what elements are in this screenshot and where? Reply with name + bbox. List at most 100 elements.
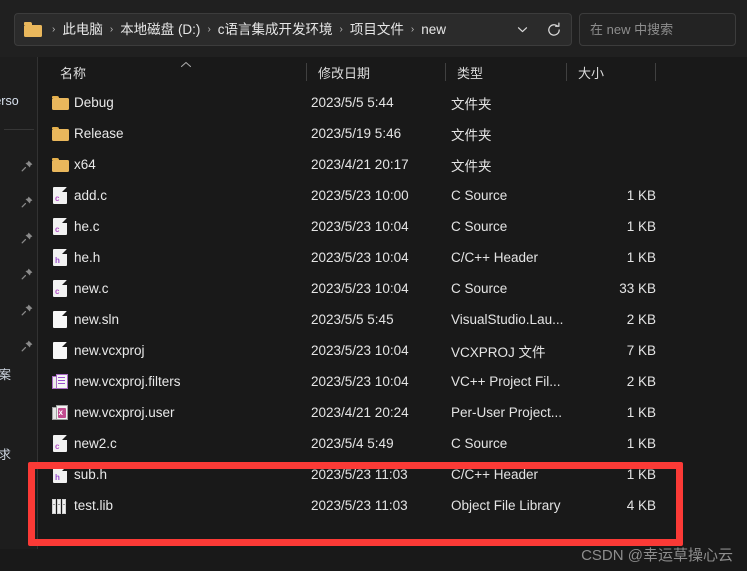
table-row[interactable]: h sub.h 2023/5/23 11:03 C/C++ Header 1 K…: [38, 459, 747, 490]
file-date: 2023/5/23 10:00: [311, 188, 409, 203]
breadcrumb-item-3[interactable]: 项目文件: [347, 21, 407, 39]
column-divider[interactable]: [306, 63, 307, 81]
toolbar: › 此电脑 › 本地磁盘 (D:) › c语言集成开发环境 › 项目文件 › n…: [0, 0, 747, 57]
file-date: 2023/5/23 10:04: [311, 374, 409, 389]
nav-item-pinned-4[interactable]: [0, 261, 38, 287]
table-row[interactable]: c he.c 2023/5/23 10:04 C Source 1 KB: [38, 211, 747, 242]
watermark-text: CSDN @幸运草操心云: [581, 547, 733, 564]
table-row[interactable]: new.vcxproj.filters 2023/5/23 10:04 VC++…: [38, 366, 747, 397]
pin-icon: [20, 195, 34, 209]
plain-document-icon: [51, 342, 69, 360]
table-row[interactable]: c add.c 2023/5/23 10:00 C Source 1 KB: [38, 180, 747, 211]
nav-item-personal[interactable]: Perso: [0, 88, 38, 114]
file-name: new2.c: [74, 436, 117, 451]
nav-item-pinned-2[interactable]: [0, 189, 38, 215]
c-source-icon: c: [51, 435, 69, 453]
file-type: 文件夹: [451, 127, 492, 143]
nav-item-pinned-3[interactable]: [0, 225, 38, 251]
file-size: 4 KB: [626, 498, 656, 513]
table-row[interactable]: x64 2023/4/21 20:17 文件夹: [38, 149, 747, 180]
file-type: Object File Library: [451, 498, 561, 513]
file-size: 7 KB: [626, 343, 656, 358]
nav-item-pinned-1[interactable]: [0, 153, 38, 179]
file-date: 2023/5/5 5:45: [311, 312, 394, 327]
breadcrumb-separator: ›: [207, 23, 211, 35]
nav-item-label: Perso: [0, 94, 19, 108]
folder-icon: [51, 156, 69, 174]
column-divider[interactable]: [445, 63, 446, 81]
file-date: 2023/5/23 10:04: [311, 343, 409, 358]
column-header-date[interactable]: 修改日期: [318, 57, 370, 87]
file-date: 2023/5/23 10:04: [311, 219, 409, 234]
breadcrumb-separator: ›: [109, 23, 114, 35]
file-size: 1 KB: [626, 436, 656, 451]
per-user-project-icon: [51, 404, 69, 422]
sort-ascending-icon: [180, 61, 192, 70]
project-filters-icon: [51, 373, 69, 391]
file-size: 1 KB: [626, 188, 656, 203]
column-header-name[interactable]: 名称: [60, 57, 86, 87]
file-date: 2023/5/23 10:04: [311, 250, 409, 265]
nav-item-solution[interactable]: 方案: [0, 360, 38, 386]
table-row[interactable]: Debug 2023/5/5 5:44 文件夹: [38, 87, 747, 118]
file-date: 2023/5/23 10:04: [311, 281, 409, 296]
c-source-icon: c: [51, 218, 69, 236]
file-size: 33 KB: [619, 281, 656, 296]
file-name: x64: [74, 157, 96, 172]
file-list-pane: 名称 修改日期 类型 大小 Debug 2023/5/5 5:44 文件夹 Re…: [38, 57, 747, 571]
nav-item-requirements[interactable]: 要求: [0, 440, 38, 466]
pin-icon: [20, 231, 34, 245]
table-row[interactable]: new.sln 2023/5/5 5:45 VisualStudio.Lau..…: [38, 304, 747, 335]
file-name: test.lib: [74, 498, 114, 513]
breadcrumb: › 此电脑 › 本地磁盘 (D:) › c语言集成开发环境 › 项目文件 › n…: [48, 21, 507, 39]
table-row[interactable]: test.lib 2023/5/23 11:03 Object File Lib…: [38, 490, 747, 521]
folder-icon: [51, 94, 69, 112]
nav-item-pinned-5[interactable]: [0, 297, 38, 323]
table-row[interactable]: Release 2023/5/19 5:46 文件夹: [38, 118, 747, 149]
file-name: new.c: [74, 281, 109, 296]
breadcrumb-item-2[interactable]: c语言集成开发环境: [215, 21, 336, 39]
table-row[interactable]: new.vcxproj 2023/5/23 10:04 VCXPROJ 文件 7…: [38, 335, 747, 366]
search-box[interactable]: [579, 13, 747, 46]
breadcrumb-item-0[interactable]: 此电脑: [59, 21, 106, 39]
search-input[interactable]: [580, 21, 747, 38]
plain-document-icon: [51, 311, 69, 329]
file-size: 1 KB: [626, 467, 656, 482]
file-type: C/C++ Header: [451, 250, 539, 265]
chevron-down-icon[interactable]: [507, 14, 537, 45]
pin-icon: [20, 303, 34, 317]
address-bar[interactable]: › 此电脑 › 本地磁盘 (D:) › c语言集成开发环境 › 项目文件 › n…: [14, 13, 572, 46]
file-type: C/C++ Header: [451, 467, 539, 482]
breadcrumb-item-1[interactable]: 本地磁盘 (D:): [117, 21, 203, 39]
breadcrumb-separator: ›: [339, 23, 343, 35]
column-header-size[interactable]: 大小: [578, 57, 604, 87]
file-type: C Source: [451, 219, 508, 234]
file-name: he.c: [74, 219, 100, 234]
file-type: C Source: [451, 281, 508, 296]
column-divider[interactable]: [655, 63, 656, 81]
breadcrumb-item-4[interactable]: new: [418, 21, 449, 39]
file-size: 2 KB: [626, 312, 656, 327]
nav-item-pinned-6[interactable]: [0, 333, 38, 359]
file-type: 文件夹: [451, 158, 492, 174]
breadcrumb-separator: ›: [410, 23, 415, 35]
file-size: 1 KB: [626, 250, 656, 265]
file-size: 1 KB: [626, 219, 656, 234]
file-list: Debug 2023/5/5 5:44 文件夹 Release 2023/5/1…: [38, 87, 747, 521]
table-row[interactable]: c new2.c 2023/5/4 5:49 C Source 1 KB: [38, 428, 747, 459]
file-type: Per-User Project...: [451, 405, 563, 420]
column-divider[interactable]: [566, 63, 567, 81]
table-row[interactable]: c new.c 2023/5/23 10:04 C Source 33 KB: [38, 273, 747, 304]
file-date: 2023/4/21 20:24: [311, 405, 409, 420]
pin-icon: [20, 267, 34, 281]
column-header-type[interactable]: 类型: [457, 57, 483, 87]
table-row[interactable]: new.vcxproj.user 2023/4/21 20:24 Per-Use…: [38, 397, 747, 428]
file-name: add.c: [74, 188, 108, 203]
file-name: sub.h: [74, 467, 108, 482]
refresh-icon[interactable]: [537, 14, 571, 45]
navigation-pane: Perso: [0, 57, 38, 571]
file-size: 1 KB: [626, 405, 656, 420]
file-date: 2023/5/19 5:46: [311, 126, 402, 141]
folder-icon: [51, 125, 69, 143]
table-row[interactable]: h he.h 2023/5/23 10:04 C/C++ Header 1 KB: [38, 242, 747, 273]
